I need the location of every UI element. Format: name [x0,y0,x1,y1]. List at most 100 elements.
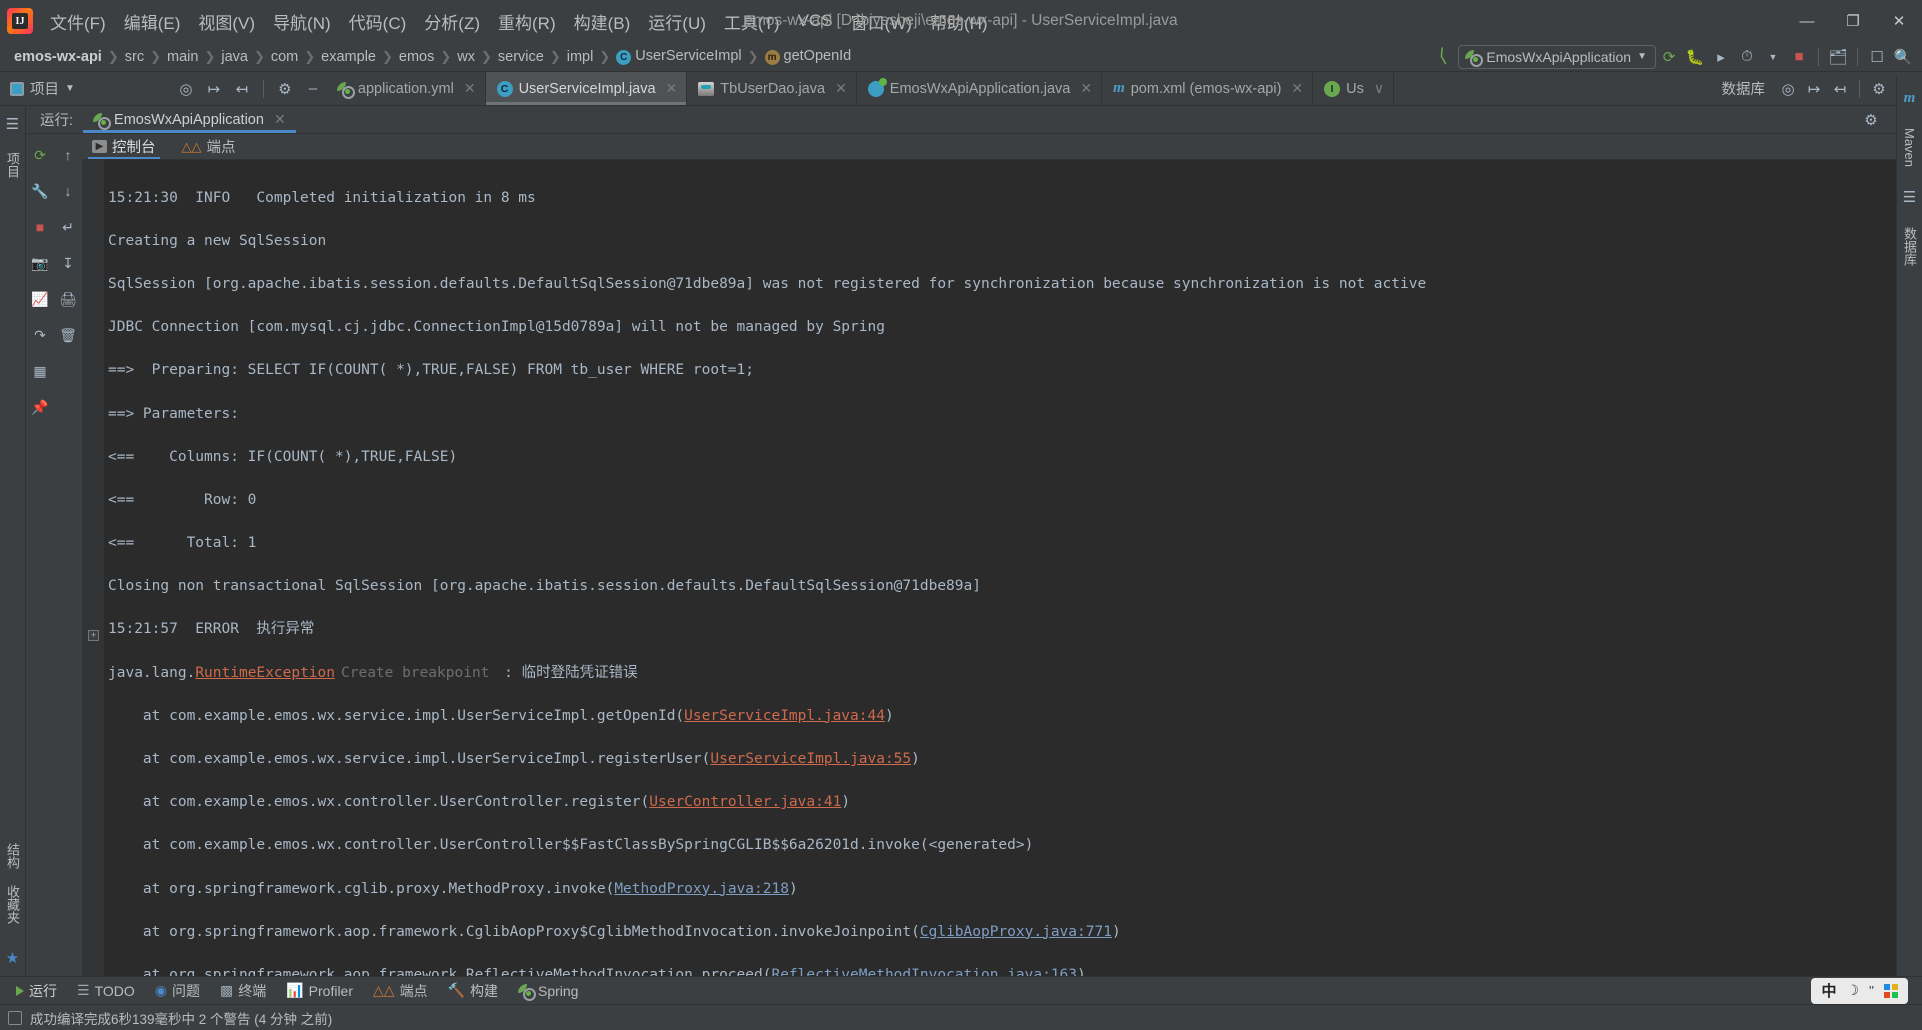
tab-userserviceimpl-java[interactable]: C UserServiceImpl.java ✕ [485,72,688,105]
stack-link[interactable]: UserServiceImpl.java:55 [710,751,911,767]
stop-icon[interactable]: ■ [29,216,51,238]
project-panel-button[interactable]: 项目 ▼ [0,78,83,99]
stack-link[interactable]: UserController.java:41 [649,794,841,810]
menu-analyze[interactable]: 分析(Z) [415,7,489,36]
close-icon[interactable]: ✕ [1291,80,1303,97]
rerun-icon[interactable]: ⟳ [29,144,51,166]
tab-tbuserdao-java[interactable]: TbUserDao.java ✕ [687,72,857,105]
tab-console[interactable]: ▶ 控制台 [88,134,160,159]
terminal-icon[interactable]: ☐ [1864,45,1890,69]
database-panel-label[interactable]: 数据库 [1712,78,1776,99]
breadcrumb-userserviceimpl[interactable]: C UserServiceImpl [612,47,745,66]
tab-application-yml[interactable]: application.yml ✕ [326,72,486,105]
locate-icon[interactable]: ◎ [1775,77,1801,101]
left-rail-label-structure[interactable]: 结构 [3,843,22,869]
ime-quote-icon[interactable]: '' [1869,983,1874,998]
breadcrumb-project[interactable]: emos-wx-api [10,48,106,66]
bottom-item-build[interactable]: 🔨 构建 [440,979,506,1003]
stack-link[interactable]: UserServiceImpl.java:44 [684,708,885,724]
close-button[interactable]: ✕ [1876,0,1922,42]
create-breakpoint-hint[interactable]: Create breakpoint [335,665,495,681]
settings-icon[interactable]: ⚙ [272,77,298,101]
left-rail-label-project[interactable]: 项目 [3,152,22,178]
export-icon[interactable]: ↷ [29,324,51,346]
expand-all-icon[interactable]: ↦ [1801,77,1827,101]
right-rail-label-maven[interactable]: Maven [1902,128,1917,167]
clear-icon[interactable]: 🗑 [57,324,79,346]
menu-navigate[interactable]: 导航(N) [264,7,340,36]
scroll-up-icon[interactable]: ↑ [57,144,79,166]
close-icon[interactable]: ✕ [274,111,286,128]
bottom-item-terminal[interactable]: ▩ 终端 [212,979,274,1003]
close-icon[interactable]: ✕ [666,80,678,97]
run-configuration-selector[interactable]: EmosWxApiApplication ▼ [1458,44,1656,69]
collapse-all-icon[interactable]: ↤ [229,77,255,101]
expand-all-icon[interactable]: ↦ [201,77,227,101]
menu-edit[interactable]: 编辑(E) [115,7,190,36]
menu-tools[interactable]: 工具(T) [715,7,789,36]
ime-moon-icon[interactable]: ☽ [1846,982,1859,999]
thread-dump-icon[interactable]: 📈 [29,288,51,310]
camera-icon[interactable]: 📷 [29,252,51,274]
console-output[interactable]: + 15:21:30 INFO Completed initialization… [82,160,1922,976]
soft-wrap-icon[interactable]: ↵ [57,216,79,238]
maven-stripe-icon[interactable]: m [1897,86,1922,110]
breadcrumb-emos[interactable]: emos [395,48,438,66]
stack-link[interactable]: MethodProxy.java:218 [614,881,789,897]
tab-endpoints[interactable]: △△ 端点 [178,134,240,159]
database-stripe-icon[interactable]: ☰ [1897,185,1922,209]
menu-run[interactable]: 运行(U) [639,7,715,36]
pin-icon[interactable]: 📌 [29,396,51,418]
bottom-item-run[interactable]: 运行 [8,979,65,1003]
stack-link[interactable]: ReflectiveMethodInvocation.java:163 [771,967,1077,976]
stop-icon[interactable]: ■ [1786,45,1812,69]
breadcrumb-wx[interactable]: wx [453,48,479,66]
breadcrumb-example[interactable]: example [317,48,380,66]
favorites-star-icon[interactable]: ★ [0,946,26,970]
debug-icon[interactable]: 🐛 [1682,45,1708,69]
tab-pom-xml[interactable]: m pom.xml (emos-wx-api) ✕ [1102,72,1314,105]
fold-toggle-icon[interactable]: + [88,630,99,641]
wrench-icon[interactable]: 🔧 [29,180,51,202]
locate-icon[interactable]: ◎ [173,77,199,101]
hide-icon[interactable]: – [300,77,326,101]
build-arrow-icon[interactable]: ⟨ [1437,44,1449,68]
profiler-icon[interactable]: ⏱ [1734,45,1760,69]
bottom-item-spring[interactable]: Spring [510,981,586,1001]
menu-window[interactable]: 窗口(W) [842,7,921,36]
print-icon[interactable]: 🖨 [57,288,79,310]
exception-link[interactable]: RuntimeException [195,665,335,681]
menu-code[interactable]: 代码(C) [340,7,416,36]
close-icon[interactable]: ✕ [464,80,476,97]
maximize-button[interactable]: ❐ [1830,0,1876,42]
breadcrumb-src[interactable]: src [121,48,148,66]
close-icon[interactable]: ✕ [1080,80,1092,97]
breadcrumb-java[interactable]: java [217,48,252,66]
menu-help[interactable]: 帮助(H) [921,7,997,36]
ime-toolbar[interactable]: 中 ☽ '' [1811,977,1908,1004]
menu-file[interactable]: 文件(F) [41,7,115,36]
close-icon[interactable]: ✕ [835,80,847,97]
breadcrumb-com[interactable]: com [267,48,302,66]
chevron-down-icon[interactable]: ▼ [1637,51,1647,62]
profiler-dropdown-icon[interactable]: ▼ [1760,45,1786,69]
bottom-item-todo[interactable]: ☰ TODO [69,980,143,1001]
ime-grid-icon[interactable] [1884,983,1898,998]
project-stripe-icon[interactable]: ☰ [0,112,26,136]
tab-us-overflow[interactable]: I Us ∨ [1313,72,1395,105]
left-rail-label-favorites[interactable]: 收藏夹 [3,885,22,924]
coverage-icon[interactable]: ▸ [1708,45,1734,69]
menu-view[interactable]: 视图(V) [189,7,264,36]
breadcrumb-main[interactable]: main [163,48,202,66]
layout-icon[interactable]: ▦ [29,360,51,382]
breadcrumb-getopenid[interactable]: m getOpenId [761,47,856,66]
bottom-item-problems[interactable]: ◉ 问题 [147,979,208,1003]
menu-vcs[interactable]: VCS [789,9,842,33]
right-rail-label-database[interactable]: 数据库 [1900,227,1919,266]
chevron-down-icon[interactable]: ∨ [1374,80,1384,97]
run-icon[interactable]: ⟳ [1656,45,1682,69]
breadcrumb-service[interactable]: service [494,48,548,66]
breadcrumb-impl[interactable]: impl [563,48,598,66]
build-icon[interactable]: 🗂 [1825,45,1851,69]
settings-icon[interactable]: ⚙ [1858,108,1884,132]
